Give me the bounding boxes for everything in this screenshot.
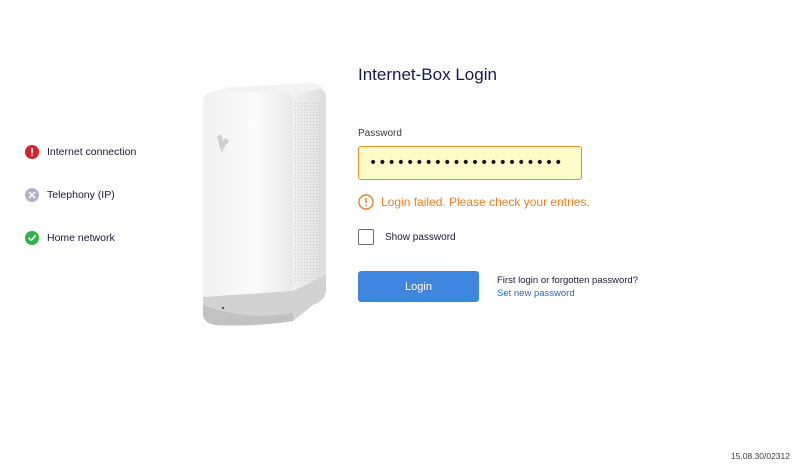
help-text: First login or forgotten password? — [497, 275, 638, 286]
error-icon — [25, 145, 39, 159]
status-label-telephony: Telephony (IP) — [47, 189, 115, 201]
error-message-row: Login failed. Please check your entries. — [358, 194, 590, 210]
x-icon — [25, 188, 39, 202]
show-password-checkbox[interactable] — [358, 229, 374, 245]
status-item-home-network: Home network — [25, 230, 136, 246]
version-number: 15.08.30/02312 — [730, 451, 790, 461]
login-title: Internet-Box Login — [358, 65, 497, 84]
router-image — [203, 83, 326, 326]
show-password-row: Show password — [358, 229, 456, 245]
login-page: Internet connection Telephony (IP) Home … — [0, 0, 800, 468]
password-input[interactable] — [358, 146, 582, 180]
status-label-home-network: Home network — [47, 232, 115, 244]
status-item-telephony: Telephony (IP) — [25, 187, 136, 203]
status-item-internet: Internet connection — [25, 144, 136, 160]
status-label-internet: Internet connection — [47, 146, 137, 158]
check-icon — [25, 231, 39, 245]
password-label: Password — [358, 128, 402, 139]
show-password-label[interactable]: Show password — [385, 232, 456, 243]
error-message: Login failed. Please check your entries. — [381, 195, 590, 209]
login-button[interactable]: Login — [358, 271, 479, 302]
warning-icon — [358, 194, 374, 210]
set-new-password-link[interactable]: Set new password — [497, 288, 638, 299]
status-list: Internet connection Telephony (IP) Home … — [25, 144, 136, 273]
help-block: First login or forgotten password? Set n… — [497, 275, 638, 299]
